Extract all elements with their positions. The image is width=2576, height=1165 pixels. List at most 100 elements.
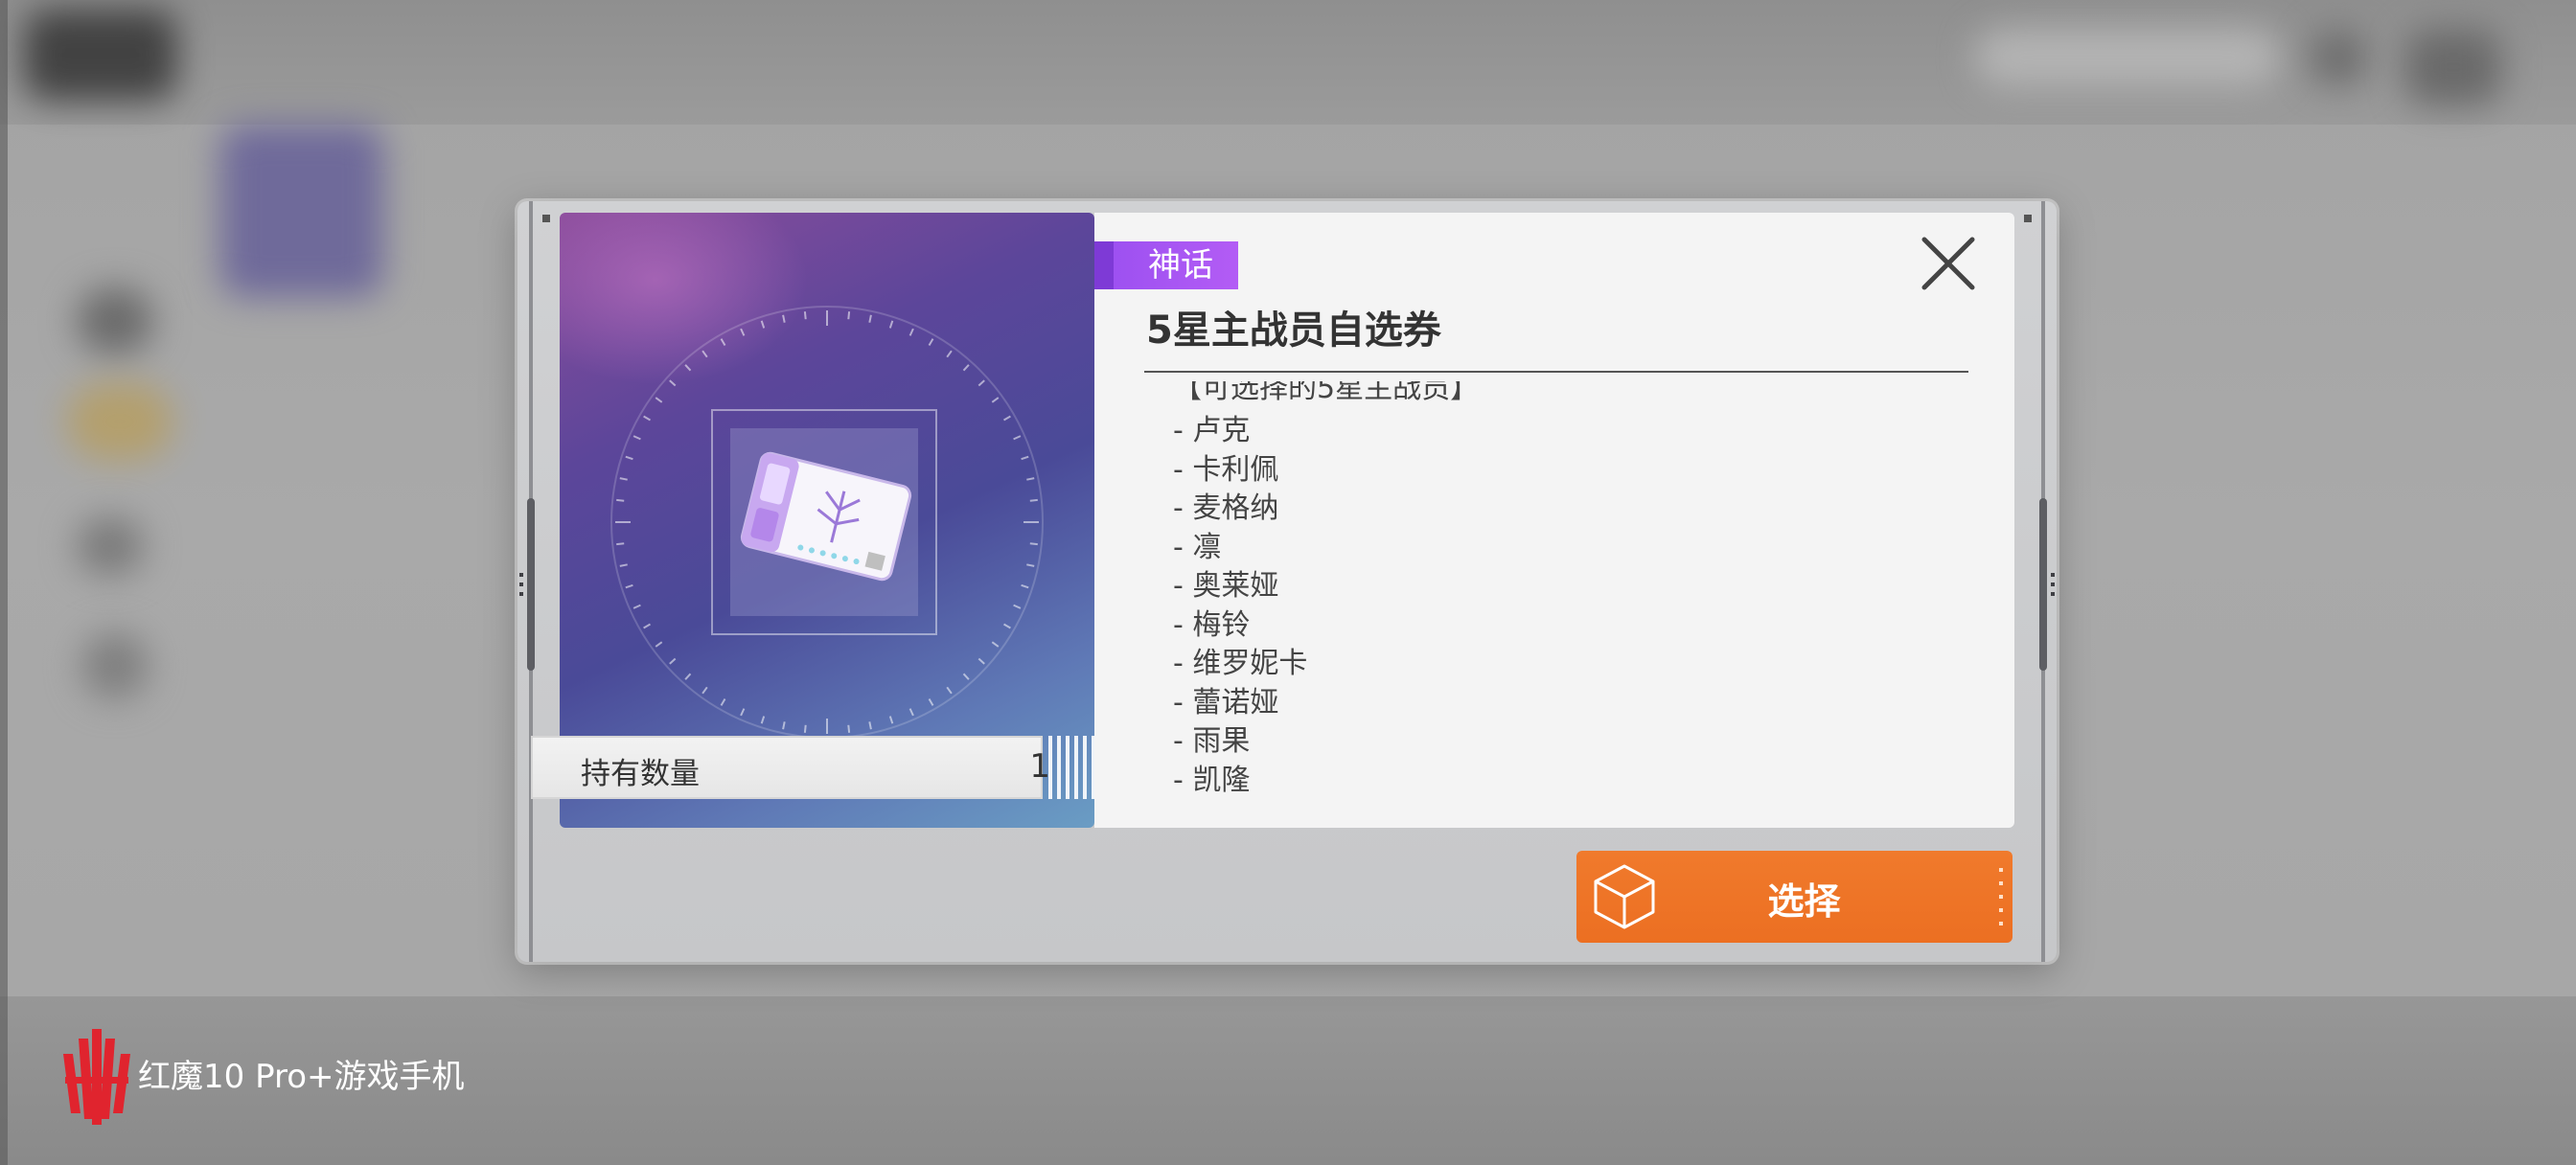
title-divider — [1144, 371, 1968, 373]
background-blur-shape — [77, 517, 144, 575]
dial-tick — [928, 338, 934, 347]
dial-tick — [782, 314, 786, 323]
dial-tick — [720, 338, 726, 347]
dial-tick — [702, 686, 708, 695]
background-blur-shape — [67, 383, 172, 460]
quantity-bar: 持有数量 1 — [531, 736, 1096, 799]
dial-tick — [908, 708, 914, 717]
list-item: - 凛 — [1173, 530, 1222, 564]
dial-tick — [1026, 563, 1035, 567]
dial-tick — [803, 724, 807, 733]
dial-tick — [616, 542, 625, 546]
dial-tick — [782, 721, 786, 730]
list-item: - 卢克 — [1173, 414, 1251, 447]
dial-tick — [625, 583, 633, 589]
background-blur-shape — [77, 287, 153, 354]
dial-tick — [684, 673, 692, 680]
dial-tick — [847, 724, 851, 733]
background-blur-shape — [2310, 29, 2367, 86]
dial-tick — [669, 379, 677, 387]
dial-tick — [619, 563, 628, 567]
dial-tick — [740, 328, 746, 336]
dial-tick — [720, 697, 726, 706]
dial-tick — [1021, 583, 1029, 589]
item-icon-frame — [711, 409, 937, 635]
dial-tick — [669, 657, 677, 665]
dial-tick — [868, 314, 872, 323]
select-button-label: 选择 — [1767, 880, 1841, 923]
dial-tick — [978, 379, 985, 387]
dial-tick — [1026, 477, 1035, 481]
dial-tick — [1029, 542, 1038, 546]
background-left-edge — [0, 0, 8, 1165]
dialog-right-grip — [2039, 498, 2047, 671]
quantity-bar-stripes — [1048, 736, 1096, 799]
dial-tick — [991, 397, 1000, 403]
dial-tick — [655, 397, 663, 403]
dial-tick — [888, 716, 894, 724]
dial-tick — [978, 657, 985, 665]
quantity-label: 持有数量 — [581, 757, 700, 791]
dial-tick — [847, 311, 851, 320]
dial-tick — [643, 415, 652, 422]
redmagic-logo-icon — [63, 1029, 130, 1125]
dial-tick — [643, 623, 652, 629]
option-list: - 卢克 - 卡利佩 - 麦格纳 - 凛 - 奥莱娅 - 梅铃 - 维罗妮卡 -… — [1173, 412, 1307, 800]
quantity-value: 1 — [1029, 747, 1050, 786]
dial-tick — [625, 455, 633, 461]
dial-tick — [991, 641, 1000, 648]
dial-tick — [1029, 498, 1038, 502]
watermark-text: 红魔10 Pro+游戏手机 — [138, 1058, 465, 1096]
item-info-card: 神话 5星主战员自选券 【可选择的5星主战员】 - 卢克 - 卡利佩 - 麦格纳… — [1094, 213, 2014, 828]
item-description-scroll[interactable]: 【可选择的5星主战员】 - 卢克 - 卡利佩 - 麦格纳 - 凛 - 奥莱娅 -… — [1144, 381, 1968, 811]
item-name: 5星主战员自选券 — [1146, 308, 1441, 353]
dial-tick — [908, 328, 914, 336]
list-item: - 奥莱娅 — [1173, 569, 1279, 603]
dialog-right-dots — [2051, 573, 2055, 598]
select-button-grip — [1999, 868, 2003, 925]
dial-tick — [684, 364, 692, 372]
dial-tick — [740, 708, 746, 717]
list-item: - 梅铃 — [1173, 607, 1251, 642]
dialog-left-grip — [527, 498, 535, 671]
list-item: - 凯隆 — [1173, 763, 1251, 797]
list-item: - 雨果 — [1173, 724, 1251, 758]
select-button[interactable]: 选择 — [1576, 851, 2012, 943]
dial-tick — [616, 498, 625, 502]
dial-tick — [928, 697, 934, 706]
list-item: - 蕾诺娅 — [1173, 685, 1279, 720]
dialog-corner-marker — [542, 215, 550, 222]
dial-tick — [868, 721, 872, 730]
background-blur-shape — [220, 125, 383, 297]
device-watermark: 红魔10 Pro+游戏手机 — [59, 1025, 500, 1131]
close-icon[interactable] — [1919, 234, 1978, 293]
dial-tick — [655, 641, 663, 648]
dial-tick — [1002, 623, 1011, 629]
dial-tick — [1021, 455, 1029, 461]
dialog-corner-marker — [2024, 215, 2032, 222]
dial-tick — [946, 686, 953, 695]
background-blur-shape — [2405, 29, 2501, 105]
list-item: - 维罗妮卡 — [1173, 647, 1308, 680]
background-blur-shape — [24, 10, 177, 101]
dial-tick — [888, 320, 894, 329]
description-header: 【可选择的5星主战员】 — [1173, 381, 1480, 405]
rarity-badge: 神话 — [1094, 241, 1238, 289]
dial-tick — [946, 350, 953, 358]
item-detail-dialog: 持有数量 1 神话 5星主战员自选券 【可选择的5星主战员】 - 卢克 - 卡利… — [518, 201, 2057, 962]
dial-tick — [619, 477, 628, 481]
ticket-icon — [740, 451, 912, 582]
background-blur-shape — [1974, 29, 2281, 86]
dial-tick — [1013, 604, 1022, 609]
list-item: - 麦格纳 — [1173, 491, 1279, 525]
dial-tick — [1002, 415, 1011, 422]
dial-tick — [803, 311, 807, 320]
dial-tick — [1013, 435, 1022, 441]
dial-tick — [962, 673, 970, 680]
dial-tick — [632, 435, 641, 441]
dial-tick — [632, 604, 641, 609]
dialog-left-dots — [519, 573, 523, 598]
list-item: - 卡利佩 — [1173, 452, 1279, 487]
dial-tick — [962, 364, 970, 372]
dial-tick — [760, 716, 766, 724]
